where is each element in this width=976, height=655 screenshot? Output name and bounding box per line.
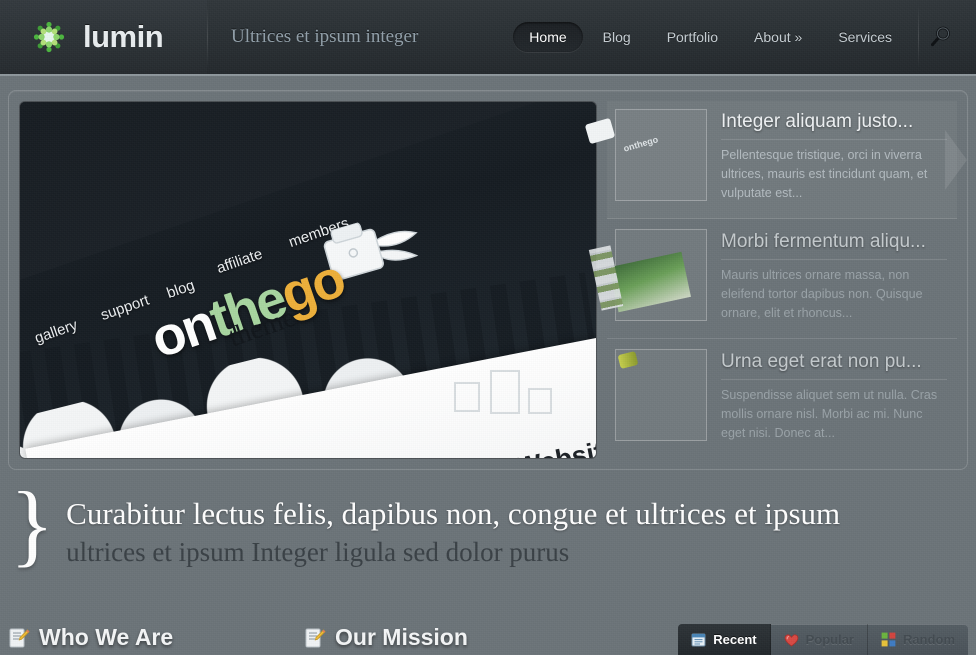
feature-title-3[interactable]: Urna eget erat non pu... <box>721 351 947 380</box>
radial-dots-logo-icon <box>28 16 70 58</box>
brand-name: lumin <box>83 19 164 54</box>
four-squares-icon <box>881 632 896 647</box>
feature-item-3[interactable]: Urna eget erat non pu... Suspendisse ali… <box>607 341 957 459</box>
column-heading-our-mission: Our Mission <box>304 624 644 655</box>
brand-block[interactable]: lumin <box>0 0 207 74</box>
quote-line-2: ultrices et ipsum Integer ligula sed dol… <box>66 537 570 567</box>
quote-block: } Curabitur lectus felis, dapibus non, c… <box>10 478 966 570</box>
feature-item-1[interactable]: Integer aliquam justo... Pellentesque tr… <box>607 101 957 219</box>
feature-desc-3: Suspendisse aliquet sem ut nulla. Cras m… <box>721 388 938 440</box>
column-label-who-we-are: Who We Are <box>39 624 174 650</box>
nav-item-blog[interactable]: Blog <box>587 22 647 52</box>
tab-random[interactable]: Random <box>868 624 968 655</box>
nav-item-about[interactable]: About » <box>738 22 818 52</box>
note-pencil-icon <box>304 627 326 649</box>
nav-item-services[interactable]: Services <box>822 22 908 52</box>
hero-slider[interactable]: gallery support blog affiliate members o… <box>19 101 597 459</box>
feature-text-1: Integer aliquam justo... Pellentesque tr… <box>721 109 947 210</box>
feature-item-2[interactable]: Morbi fermentum aliqu... Mauris ultrices… <box>607 221 957 339</box>
brace-icon: } <box>10 473 55 575</box>
site-tagline: Ultrices et ipsum integer <box>231 26 419 47</box>
feature-desc-2: Mauris ultrices ornare massa, non eleife… <box>721 268 923 320</box>
feature-text-2: Morbi fermentum aliqu... Mauris ultrices… <box>721 229 947 330</box>
feature-text-3: Urna eget erat non pu... Suspendisse ali… <box>721 349 947 451</box>
slide-houses <box>450 364 560 434</box>
search-button[interactable] <box>918 0 964 74</box>
feature-thumbnail-3[interactable] <box>615 349 707 441</box>
feature-desc-1: Pellentesque tristique, orci in viverra … <box>721 148 928 200</box>
column-label-our-mission: Our Mission <box>335 624 468 650</box>
main-navigation: Home Blog Portfolio About » Services <box>513 0 976 74</box>
heart-icon <box>784 633 799 647</box>
tab-label-random: Random <box>903 632 955 647</box>
tab-label-recent: Recent <box>713 632 757 647</box>
feature-title-2[interactable]: Morbi fermentum aliqu... <box>721 231 947 260</box>
tab-popular[interactable]: Popular <box>771 624 868 655</box>
quote-line-1: Curabitur lectus felis, dapibus non, con… <box>66 496 841 531</box>
quote-lines: Curabitur lectus felis, dapibus non, con… <box>66 492 840 570</box>
note-pencil-icon <box>8 627 30 649</box>
nav-item-home[interactable]: Home <box>513 22 583 52</box>
search-icon <box>928 24 954 50</box>
tab-label-popular: Popular <box>805 632 854 647</box>
feature-thumbnail-2[interactable] <box>615 229 707 321</box>
featured-panel: gallery support blog affiliate members o… <box>8 90 968 470</box>
slide-artwork: gallery support blog affiliate members o… <box>20 102 596 458</box>
feature-list: Integer aliquam justo... Pellentesque tr… <box>607 101 957 459</box>
notepad-icon <box>691 632 706 647</box>
nav-item-portfolio[interactable]: Portfolio <box>651 22 734 52</box>
content-tabs: Recent Popular Random <box>678 624 968 655</box>
feature-thumbnail-1[interactable] <box>615 109 707 201</box>
site-header: lumin Ultrices et ipsum integer Home Blo… <box>0 0 976 76</box>
column-heading-who-we-are: Who We Are <box>8 624 304 655</box>
feature-title-1[interactable]: Integer aliquam justo... <box>721 111 947 140</box>
bottom-bar: Who We Are Our Mission Recent Popular Ra… <box>0 617 976 655</box>
tab-recent[interactable]: Recent <box>678 624 771 655</box>
